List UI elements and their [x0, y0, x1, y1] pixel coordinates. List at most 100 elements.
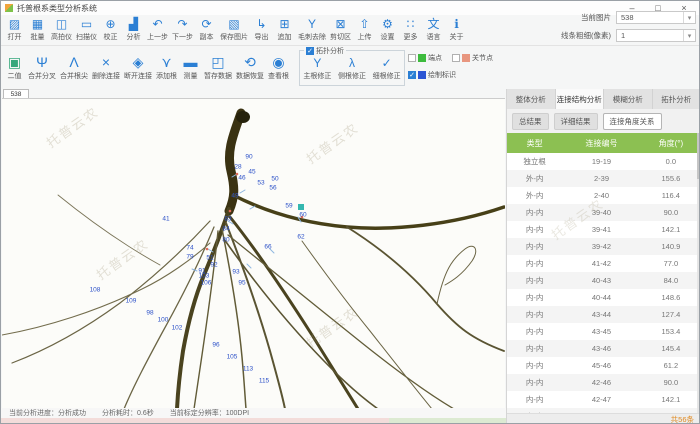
- main-root-fix-icon: Y: [313, 57, 321, 70]
- root-annotation: 113: [243, 366, 253, 373]
- table-row[interactable]: 内-内43-45153.4: [507, 323, 700, 340]
- toolbar-button-redo[interactable]: ↷下一步: [170, 18, 195, 42]
- table-cell: 39-40: [562, 204, 641, 221]
- topology-button-label: 主根修正: [303, 71, 331, 81]
- root-annotation: 103: [199, 273, 210, 280]
- toolbar-button-save-image[interactable]: ▧保存图片: [218, 18, 250, 42]
- toolbar-button-doc-camera[interactable]: ◫高拍仪: [49, 18, 74, 42]
- topology-button-0[interactable]: Y主根修正: [301, 57, 333, 81]
- table-row[interactable]: 内-内42-4690.0: [507, 374, 700, 391]
- toggle-关节点[interactable]: 关节点: [452, 53, 493, 63]
- toolbar-button-binarize[interactable]: ▣二值: [3, 54, 26, 81]
- table-row[interactable]: 内-内40-4384.0: [507, 272, 700, 289]
- result-button-0[interactable]: 总结果: [512, 113, 549, 130]
- toolbar-button-upload[interactable]: ⇧上传: [353, 18, 376, 42]
- table-cell: 142.1: [641, 221, 700, 238]
- toolbar-button-about[interactable]: ℹ关于: [445, 18, 468, 42]
- table-row[interactable]: 内-内42-47142.1: [507, 391, 700, 408]
- chevron-down-icon[interactable]: ▾: [683, 12, 695, 23]
- table-row[interactable]: 内-内41-4277.0: [507, 255, 700, 272]
- save-image-icon: ▧: [228, 18, 239, 31]
- root-annotation: 80: [222, 237, 229, 244]
- toolbar-button-add-root[interactable]: ⋎添加根: [154, 54, 179, 81]
- toolbar-button-open[interactable]: ▨打开: [3, 18, 26, 42]
- table-row[interactable]: 独立根19-190.0: [507, 153, 700, 170]
- toolbar-button-disconnect[interactable]: ◈断开连接: [122, 54, 154, 81]
- toolbar-button-calibrate[interactable]: ⊕校正: [99, 18, 122, 42]
- current-image-select[interactable]: 538 ▾: [616, 11, 696, 24]
- result-button-2[interactable]: 连接角度关系: [603, 113, 662, 130]
- table-cell: 145.4: [641, 340, 700, 357]
- table-row[interactable]: 内-内43-44127.4: [507, 306, 700, 323]
- tab-整体分析[interactable]: 整体分析: [507, 89, 556, 109]
- export-icon: ↳: [256, 18, 266, 31]
- checkbox-icon[interactable]: [452, 54, 460, 62]
- tab-拓扑分析[interactable]: 拓扑分析: [653, 89, 700, 109]
- checkbox-icon[interactable]: ✓: [408, 71, 416, 79]
- undo-icon: ↶: [152, 18, 162, 31]
- toolbar-button-language[interactable]: 文语言: [422, 18, 445, 42]
- toggle-绘制标识[interactable]: ✓ 绘制标识: [408, 70, 456, 80]
- image-tab[interactable]: 538: [3, 89, 29, 98]
- topology-button-2[interactable]: ✓细根修正: [371, 57, 403, 81]
- topology-button-label: 侧根修正: [338, 71, 366, 81]
- topology-checkbox[interactable]: ✓: [306, 47, 314, 55]
- toggle-label: 绘制标识: [428, 70, 456, 80]
- toolbar-button-undo[interactable]: ↶上一步: [145, 18, 170, 42]
- toggle-端点[interactable]: 端点: [408, 53, 442, 63]
- toolbar-button-append[interactable]: ⊞追加: [273, 18, 296, 42]
- table-cell: 2-40: [562, 187, 641, 204]
- current-image-setting: 当前图片 538 ▾: [549, 11, 696, 24]
- table-cell: 0.0: [641, 153, 700, 170]
- table-cell: 116.4: [641, 187, 700, 204]
- about-icon: ℹ: [454, 18, 459, 31]
- toolbar-button-merge-fork[interactable]: Ψ合并分叉: [26, 54, 58, 81]
- measure-icon: ▬: [184, 54, 198, 70]
- toolbar-button-copy[interactable]: ⟳副本: [195, 18, 218, 42]
- toolbar-button-settings[interactable]: ⚙设置: [376, 18, 399, 42]
- checkbox-icon[interactable]: [408, 54, 416, 62]
- more-icon: ∷: [407, 18, 415, 31]
- toolbar-button-scanner[interactable]: ▭扫描仪: [74, 18, 99, 42]
- toolbar-button-measure[interactable]: ▬测量: [179, 54, 202, 81]
- line-width-value: 1: [621, 31, 625, 40]
- toolbar-button-crop-region[interactable]: ⊠剪切区: [328, 18, 353, 42]
- table-row[interactable]: 内-内39-42140.9: [507, 238, 700, 255]
- result-button-1[interactable]: 详细结果: [554, 113, 598, 130]
- app-title: 托普根系类型分析系统: [17, 3, 97, 14]
- toolbar-button-more[interactable]: ∷更多: [399, 18, 422, 42]
- dpi-value: 100DPI: [226, 410, 249, 417]
- toolbar-button-label: 下一步: [172, 32, 193, 42]
- table-row[interactable]: 内-内39-4090.0: [507, 204, 700, 221]
- toolbar-button-analyze[interactable]: ▟分析: [122, 18, 145, 42]
- current-image-label: 当前图片: [549, 12, 611, 23]
- root-annotation: 45: [248, 169, 255, 176]
- table-row[interactable]: 内-内40-44148.6: [507, 289, 700, 306]
- toolbar-button-batch[interactable]: ▦批量: [26, 18, 49, 42]
- table-row[interactable]: 外-内2-39155.6: [507, 170, 700, 187]
- table-cell: 42-47: [562, 391, 641, 408]
- table-total: 共56条: [671, 414, 694, 424]
- toolbar-button-view-root[interactable]: ◉查看根: [266, 54, 291, 81]
- tab-连接结构分析[interactable]: 连接结构分析: [556, 89, 605, 109]
- chevron-down-icon[interactable]: ▾: [683, 30, 695, 41]
- toolbar-button-data-restore[interactable]: ⟲数据恢复: [234, 54, 266, 81]
- table-row[interactable]: 内-内43-46145.4: [507, 340, 700, 357]
- table-cell: 43-46: [562, 340, 641, 357]
- topology-button-1[interactable]: λ侧根修正: [336, 57, 368, 81]
- table-row[interactable]: 外-内2-40116.4: [507, 187, 700, 204]
- tab-模糊分析[interactable]: 模糊分析: [604, 89, 653, 109]
- toolbar-button-merge-tip[interactable]: Λ合并根尖: [58, 54, 90, 81]
- table-row[interactable]: 内-内45-4661.2: [507, 357, 700, 374]
- line-width-select[interactable]: 1 ▾: [616, 29, 696, 42]
- image-canvas[interactable]: 4190284546534950565960626683848074795192…: [2, 98, 505, 408]
- table-row[interactable]: 内-内39-41142.1: [507, 221, 700, 238]
- toolbar-button-temp-save[interactable]: ◰暂存数据: [202, 54, 234, 81]
- toolbar-button-export[interactable]: ↳导出: [250, 18, 273, 42]
- toolbar-button-delete-connection[interactable]: ×删除连接: [90, 54, 122, 81]
- root-annotation: 106: [201, 280, 212, 287]
- table-cell: 内-内: [507, 306, 562, 323]
- toolbar-button-deburr[interactable]: Y毛刺去除: [296, 18, 328, 42]
- toolbar-button-label: 副本: [200, 32, 214, 42]
- root-annotation: 84: [222, 226, 229, 233]
